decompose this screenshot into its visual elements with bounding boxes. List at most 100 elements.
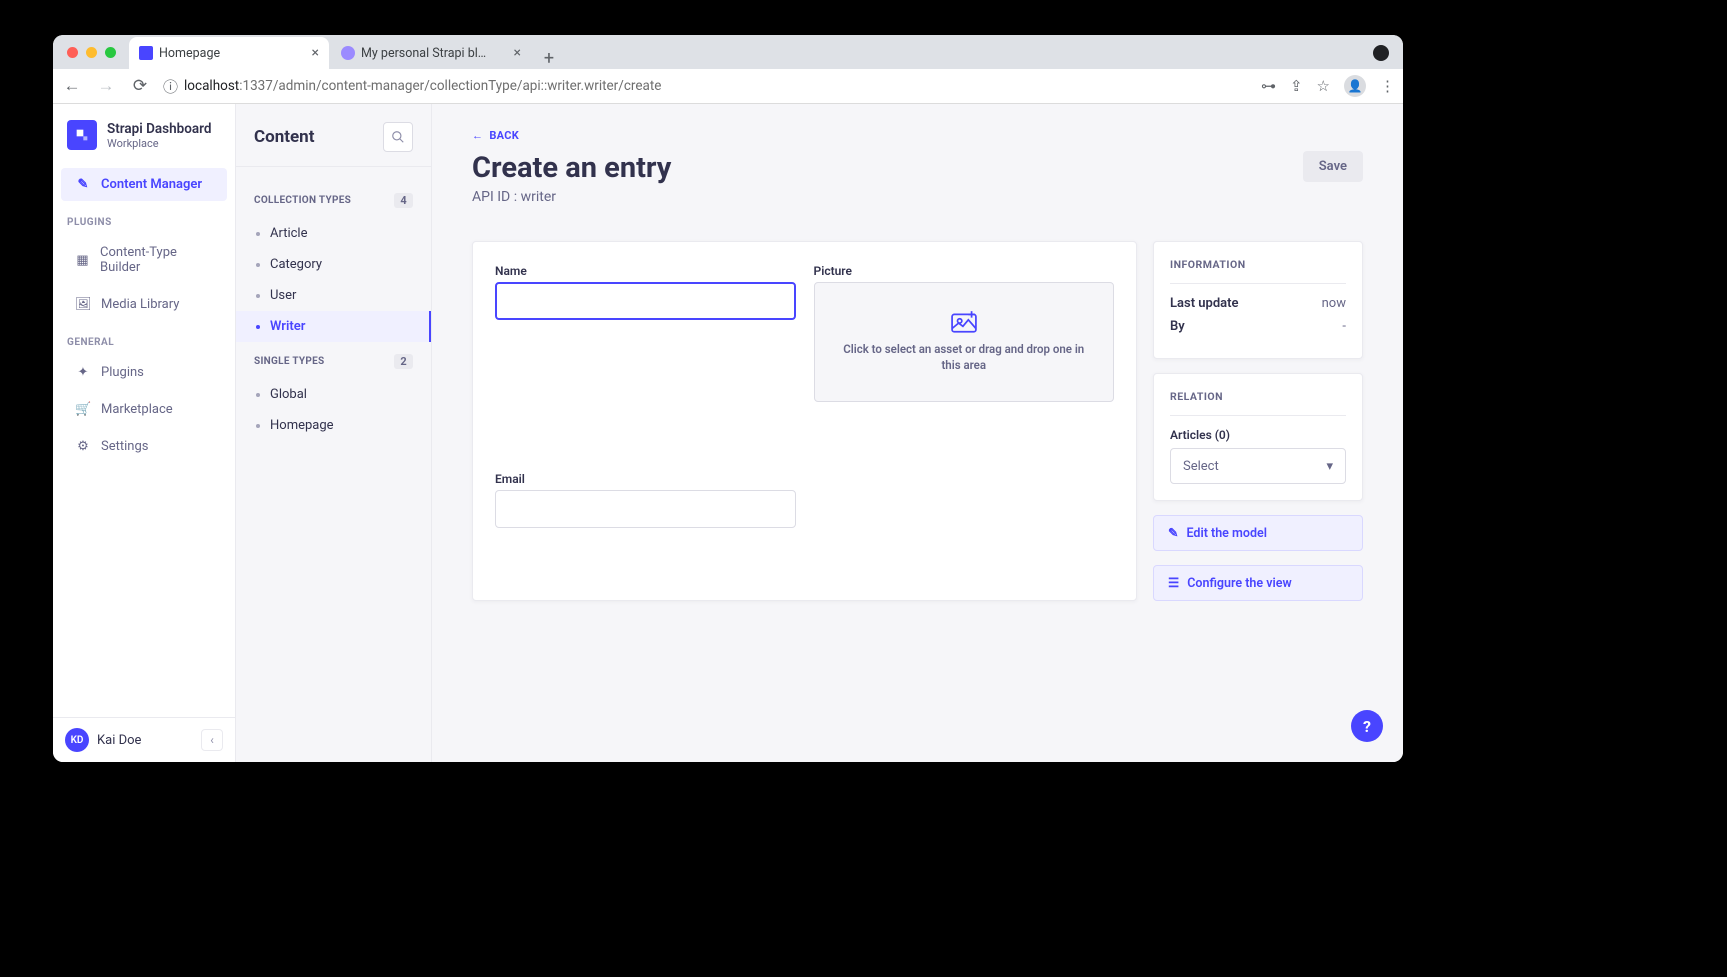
sidebar-item-plugins[interactable]: ✦ Plugins: [61, 356, 227, 389]
new-tab-button[interactable]: +: [535, 48, 563, 69]
url-path: :1337/admin/content-manager/collectionTy…: [239, 78, 661, 94]
layout-icon: ▦: [75, 253, 90, 268]
articles-select[interactable]: Select ▾: [1170, 448, 1346, 484]
brand: Strapi Dashboard Workplace: [53, 104, 235, 166]
back-button[interactable]: ←: [61, 76, 83, 96]
close-tab-icon[interactable]: ×: [514, 45, 521, 61]
pencil-icon: ✎: [75, 177, 91, 192]
puzzle-icon: ✦: [75, 365, 91, 380]
last-update-label: Last update: [1170, 296, 1239, 311]
save-button[interactable]: Save: [1303, 151, 1363, 182]
content-title: Content: [254, 127, 314, 147]
entry-form: Name Picture Click to select an asset or…: [472, 241, 1137, 601]
strapi-favicon-icon: [139, 46, 153, 60]
name-label: Name: [495, 264, 796, 278]
reload-button[interactable]: ⟳: [129, 76, 151, 96]
content-item-user[interactable]: User: [254, 280, 413, 311]
site-info-icon[interactable]: ⓘ: [163, 76, 178, 97]
name-input[interactable]: [495, 282, 796, 320]
sidebar-item-label: Content Manager: [101, 177, 202, 192]
bookmark-icon[interactable]: ☆: [1317, 77, 1330, 95]
tab-title: My personal Strapi blog | Strap…: [361, 46, 491, 61]
sidebar-item-marketplace[interactable]: 🛒 Marketplace: [61, 393, 227, 426]
forward-button[interactable]: →: [95, 76, 117, 96]
url-input[interactable]: ⓘ localhost:1337/admin/content-manager/c…: [163, 76, 1249, 97]
cart-icon: 🛒: [75, 402, 91, 417]
sidebar-footer: KD Kai Doe ‹: [53, 717, 235, 762]
user-name: Kai Doe: [97, 733, 141, 748]
sidebar-item-settings[interactable]: ⚙ Settings: [61, 430, 227, 463]
close-tab-icon[interactable]: ×: [312, 45, 319, 61]
content-sidebar: Content COLLECTION TYPES 4 Article Categ…: [236, 104, 432, 762]
share-icon[interactable]: ⇪: [1290, 77, 1303, 95]
main-sidebar: Strapi Dashboard Workplace ✎ Content Man…: [53, 104, 236, 762]
tab-title: Homepage: [159, 46, 220, 61]
arrow-left-icon: ←: [472, 129, 483, 142]
single-types-header: SINGLE TYPES 2: [254, 354, 413, 369]
site-favicon-icon: [341, 46, 355, 60]
field-name: Name: [495, 264, 796, 452]
picture-label: Picture: [814, 264, 1115, 278]
information-header: INFORMATION: [1170, 258, 1346, 284]
user-avatar[interactable]: KD: [65, 728, 89, 752]
page-title: Create an entry: [472, 151, 671, 185]
edit-model-button[interactable]: ✎ Edit the model: [1153, 515, 1363, 551]
sidebar-item-label: Media Library: [101, 297, 179, 312]
content-item-category[interactable]: Category: [254, 249, 413, 280]
email-label: Email: [495, 472, 796, 486]
maximize-window-icon[interactable]: [105, 47, 116, 58]
field-picture: Picture Click to select an asset or drag…: [814, 264, 1115, 452]
collapse-sidebar-button[interactable]: ‹: [201, 729, 223, 751]
content-item-article[interactable]: Article: [254, 218, 413, 249]
extension-icon[interactable]: [1373, 45, 1389, 61]
collection-types-header: COLLECTION TYPES 4: [254, 193, 413, 208]
by-value: -: [1342, 319, 1346, 334]
content-item-writer[interactable]: Writer: [236, 311, 431, 342]
content-search-button[interactable]: [383, 122, 413, 152]
pencil-icon: ✎: [1168, 525, 1178, 541]
field-email: Email: [495, 472, 796, 578]
content-item-homepage[interactable]: Homepage: [254, 410, 413, 441]
main-content: ← BACK Create an entry API ID : writer S…: [432, 104, 1403, 762]
relation-card: RELATION Articles (0) Select ▾: [1153, 373, 1363, 501]
key-icon[interactable]: ⊶: [1261, 77, 1276, 95]
brand-title: Strapi Dashboard: [107, 121, 211, 137]
browser-tabbar: Homepage × My personal Strapi blog | Str…: [53, 35, 1403, 69]
last-update-value: now: [1322, 296, 1346, 311]
content-item-global[interactable]: Global: [254, 379, 413, 410]
close-window-icon[interactable]: [67, 47, 78, 58]
sidebar-item-label: Content-Type Builder: [100, 245, 213, 275]
browser-menu-icon[interactable]: ⋮: [1380, 77, 1395, 95]
single-count: 2: [394, 354, 413, 369]
relation-header: RELATION: [1170, 390, 1346, 416]
brand-subtitle: Workplace: [107, 137, 211, 150]
minimize-window-icon[interactable]: [86, 47, 97, 58]
sidebar-section-general: GENERAL: [53, 323, 235, 354]
browser-address-bar: ← → ⟳ ⓘ localhost:1337/admin/content-man…: [53, 69, 1403, 104]
email-input[interactable]: [495, 490, 796, 528]
browser-tab-inactive[interactable]: My personal Strapi blog | Strap… ×: [331, 37, 531, 69]
articles-label: Articles (0): [1170, 428, 1346, 442]
picture-upload[interactable]: Click to select an asset or drag and dro…: [814, 282, 1115, 402]
gear-icon: ⚙: [75, 439, 91, 454]
upload-hint: Click to select an asset or drag and dro…: [815, 341, 1114, 373]
window-controls: [67, 47, 116, 58]
configure-view-button[interactable]: ☰ Configure the view: [1153, 565, 1363, 601]
sidebar-item-content-manager[interactable]: ✎ Content Manager: [61, 168, 227, 201]
collection-count: 4: [394, 193, 413, 208]
profile-avatar-icon[interactable]: 👤: [1344, 75, 1366, 97]
sidebar-item-content-type-builder[interactable]: ▦ Content-Type Builder: [61, 236, 227, 284]
information-card: INFORMATION Last update now By -: [1153, 241, 1363, 359]
upload-image-icon: [951, 311, 977, 333]
app-root: Strapi Dashboard Workplace ✎ Content Man…: [53, 104, 1403, 762]
select-placeholder: Select: [1183, 459, 1219, 474]
by-label: By: [1170, 319, 1185, 334]
help-button[interactable]: ?: [1351, 710, 1383, 742]
sidebar-item-label: Settings: [101, 439, 148, 454]
back-link[interactable]: ← BACK: [472, 129, 519, 142]
list-icon: ☰: [1168, 575, 1179, 591]
url-host: localhost: [184, 78, 239, 94]
browser-tab-active[interactable]: Homepage ×: [129, 37, 329, 69]
sidebar-section-plugins: PLUGINS: [53, 203, 235, 234]
sidebar-item-media-library[interactable]: 🖼 Media Library: [61, 288, 227, 321]
